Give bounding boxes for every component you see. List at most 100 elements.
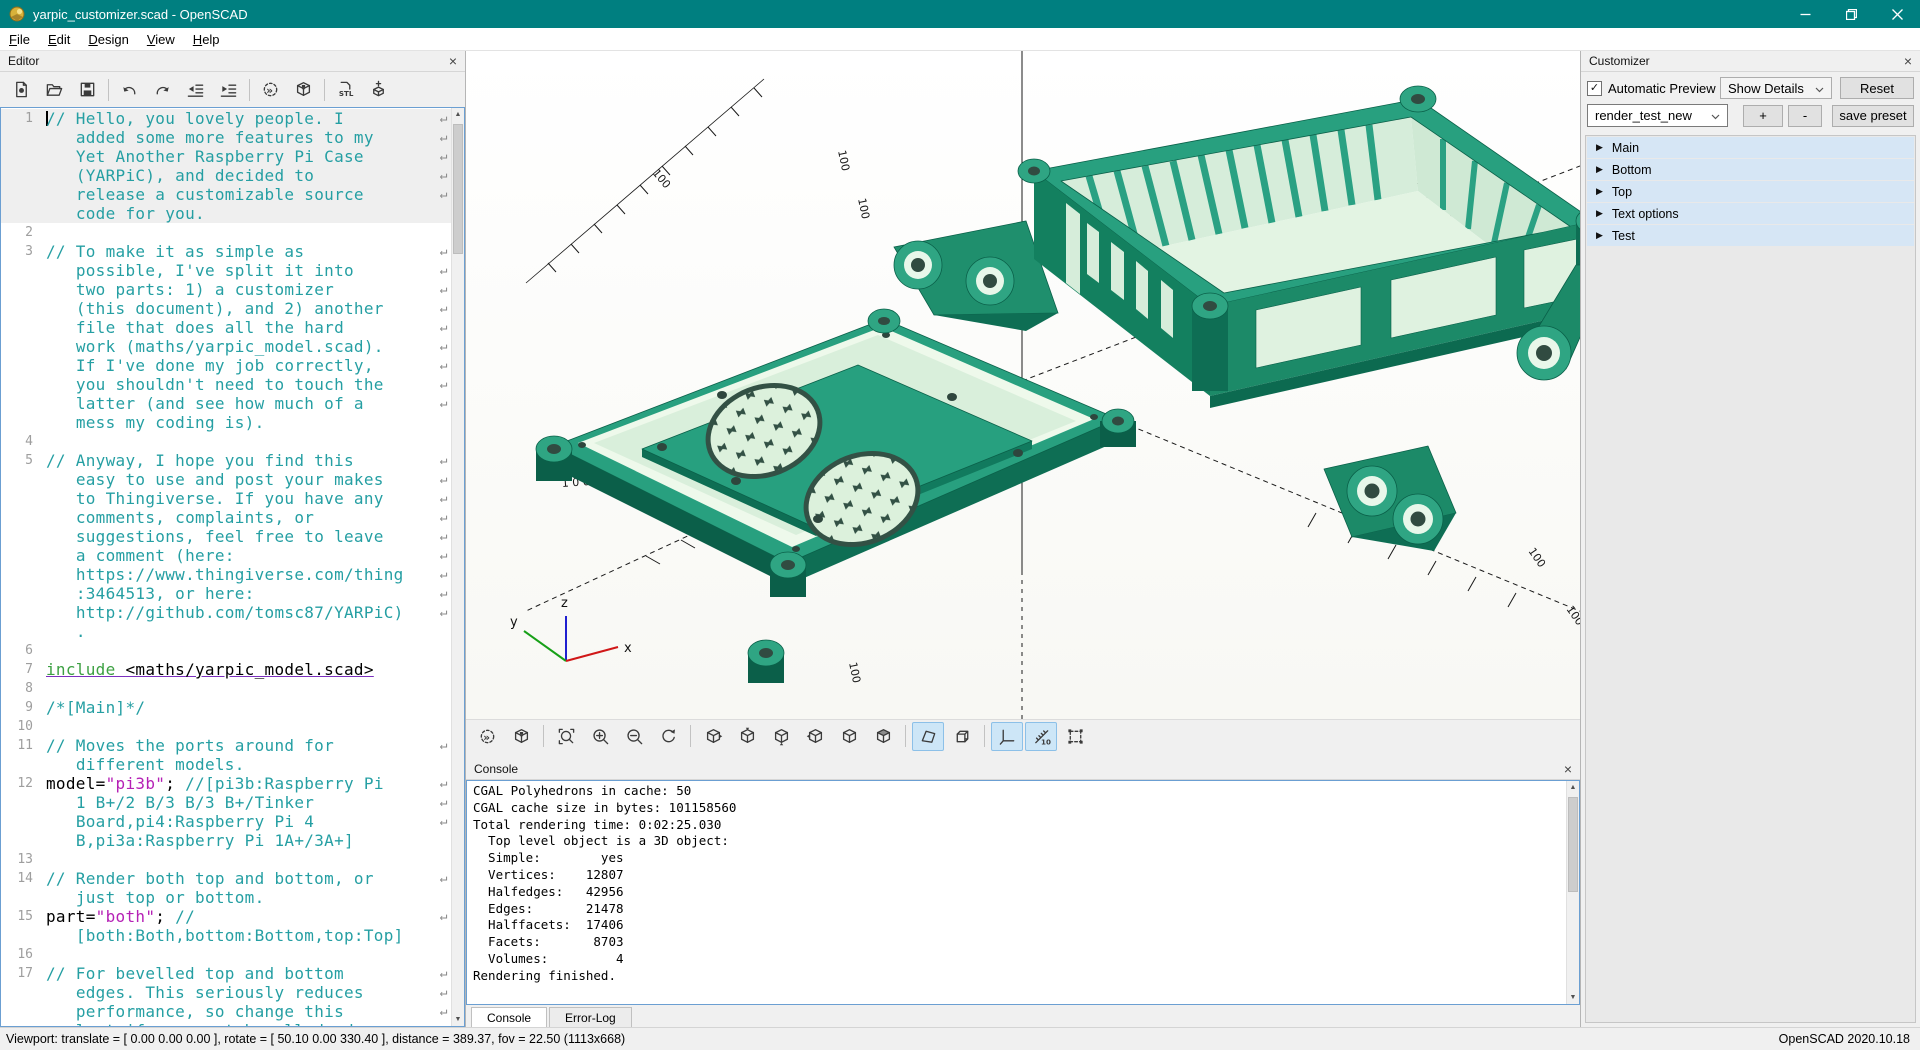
code-row[interactable]: suggestions, feel free to leave↵ (1, 527, 451, 546)
code-row[interactable]: 15part="both"; //↵ (1, 907, 451, 926)
indent-button[interactable] (212, 74, 245, 105)
export-stl-button[interactable]: STL (329, 74, 362, 105)
code-row[interactable]: :3464513, or here:↵ (1, 584, 451, 603)
code-row[interactable]: 3// To make it as simple as↵ (1, 242, 451, 261)
console-scrollbar-thumb[interactable] (1568, 797, 1578, 892)
code-row[interactable]: 6 (1, 641, 451, 660)
preview-button[interactable]: » (471, 722, 503, 751)
close-button[interactable] (1874, 0, 1920, 28)
code-row[interactable]: 11// Moves the ports around for↵ (1, 736, 451, 755)
code-row[interactable]: 10 (1, 717, 451, 736)
show-scale-markers-button[interactable]: 10 (1025, 722, 1057, 751)
code-row[interactable]: you shouldn't need to touch the↵ (1, 375, 451, 394)
perspective-button[interactable] (912, 722, 944, 751)
show-crosshairs-button[interactable] (1059, 722, 1091, 751)
view-back-button[interactable] (867, 722, 899, 751)
code-row[interactable]: (YARPiC), and decided to↵ (1, 166, 451, 185)
code-row[interactable]: B,pi3a:Raspberry Pi 1A+/3A+] (1, 831, 451, 850)
menu-help[interactable]: Help (184, 29, 229, 50)
code-row[interactable]: . (1, 622, 451, 641)
view-top-button[interactable] (731, 722, 763, 751)
tab-console[interactable]: Console (471, 1007, 547, 1027)
view-bottom-button[interactable] (765, 722, 797, 751)
unindent-button[interactable] (179, 74, 212, 105)
orthogonal-button[interactable] (946, 722, 978, 751)
view-front-button[interactable] (833, 722, 865, 751)
code-row[interactable]: 12model="pi3b"; //[pi3b:Raspberry Pi↵ (1, 774, 451, 793)
scroll-down-icon[interactable]: ▼ (452, 1013, 464, 1026)
code-row[interactable]: performance, so change this↵ (1, 1002, 451, 1021)
code-row[interactable]: https://www.thingiverse.com/thing↵ (1, 565, 451, 584)
editor-scrollbar[interactable]: ▲ ▼ (451, 108, 464, 1026)
redo-button[interactable] (146, 74, 179, 105)
code-row[interactable]: a comment (here:↵ (1, 546, 451, 565)
code-row[interactable]: 1// Hello, you lovely people. I↵ (1, 109, 451, 128)
reset-button[interactable]: Reset (1840, 77, 1914, 99)
view-left-button[interactable] (799, 722, 831, 751)
tab-error-log[interactable]: Error-Log (549, 1007, 632, 1027)
section-text-options[interactable]: ▶Text options (1587, 203, 1914, 224)
code-row[interactable]: 9/*[Main]*/ (1, 698, 451, 717)
menu-design[interactable]: Design (79, 29, 137, 50)
console-scrollbar[interactable]: ▲ ▼ (1566, 781, 1579, 1004)
customizer-close-icon[interactable]: × (1904, 54, 1912, 68)
editor-close-icon[interactable]: × (449, 54, 457, 68)
code-row[interactable]: possible, I've split it into↵ (1, 261, 451, 280)
menu-edit[interactable]: Edit (39, 29, 79, 50)
console-output[interactable]: CGAL Polyhedrons in cache: 50CGAL cache … (466, 780, 1580, 1005)
code-row[interactable]: 7include <maths/yarpic_model.scad> (1, 660, 451, 679)
code-row[interactable]: If I've done my job correctly,↵ (1, 356, 451, 375)
code-row[interactable]: different models. (1, 755, 451, 774)
add-preset-button[interactable]: + (1743, 105, 1783, 127)
save-file-button[interactable] (71, 74, 104, 105)
code-row[interactable]: latter (and see how much of a↵ (1, 394, 451, 413)
scroll-up-icon[interactable]: ▲ (452, 108, 464, 121)
minimize-button[interactable] (1782, 0, 1828, 28)
preset-combobox[interactable]: render_test_new (1587, 104, 1728, 127)
editor-scrollbar-thumb[interactable] (453, 124, 463, 254)
scroll-down-icon[interactable]: ▼ (1567, 991, 1579, 1004)
scroll-up-icon[interactable]: ▲ (1567, 781, 1579, 794)
section-top[interactable]: ▶Top (1587, 181, 1914, 202)
code-row[interactable]: 2 (1, 223, 451, 242)
code-row[interactable]: edges. This seriously reduces↵ (1, 983, 451, 1002)
code-row[interactable]: 8 (1, 679, 451, 698)
open-file-button[interactable] (38, 74, 71, 105)
code-row[interactable]: 14// Render both top and bottom, or↵ (1, 869, 451, 888)
section-bottom[interactable]: ▶Bottom (1587, 159, 1914, 180)
automatic-preview-checkbox[interactable]: ✓ (1587, 81, 1602, 96)
code-row[interactable]: file that does all the hard↵ (1, 318, 451, 337)
code-row[interactable]: [both:Both,bottom:Bottom,top:Top] (1, 926, 451, 945)
menu-view[interactable]: View (138, 29, 184, 50)
section-main[interactable]: ▶Main (1587, 137, 1914, 158)
code-row[interactable]: comments, complaints, or↵ (1, 508, 451, 527)
render-button[interactable] (287, 74, 320, 105)
code-row[interactable]: two parts: 1) a customizer↵ (1, 280, 451, 299)
code-row[interactable]: http://github.com/tomsc87/YARPiC)↵ (1, 603, 451, 622)
viewport-3d[interactable]: 100 100 100 1 0 0 100 100 100 (466, 51, 1580, 719)
reset-view-button[interactable] (652, 722, 684, 751)
preview-button[interactable]: » (254, 74, 287, 105)
restore-button[interactable] (1828, 0, 1874, 28)
code-row[interactable]: just top or bottom. (1, 888, 451, 907)
save-preset-button[interactable]: save preset (1832, 105, 1914, 127)
code-row[interactable]: added some more features to my↵ (1, 128, 451, 147)
zoom-out-button[interactable] (618, 722, 650, 751)
zoom-all-button[interactable] (550, 722, 582, 751)
code-row[interactable]: Board,pi4:Raspberry Pi 4↵ (1, 812, 451, 831)
render-button[interactable] (505, 722, 537, 751)
remove-preset-button[interactable]: - (1788, 105, 1822, 127)
code-row[interactable]: mess my coding is). (1, 413, 451, 432)
section-test[interactable]: ▶Test (1587, 225, 1914, 246)
code-row[interactable]: (this document), and 2) another↵ (1, 299, 451, 318)
code-row[interactable]: code for you. (1, 204, 451, 223)
code-editor[interactable]: 1// Hello, you lovely people. I↵ added s… (0, 107, 465, 1027)
code-row[interactable]: Yet Another Raspberry Pi Case↵ (1, 147, 451, 166)
code-row[interactable]: 17// For bevelled top and bottom↵ (1, 964, 451, 983)
undo-button[interactable] (113, 74, 146, 105)
menu-file[interactable]: File (0, 29, 39, 50)
code-row[interactable]: release a customizable source↵ (1, 185, 451, 204)
code-row[interactable]: work (maths/yarpic_model.scad).↵ (1, 337, 451, 356)
code-row[interactable]: 13 (1, 850, 451, 869)
show-axes-button[interactable] (991, 722, 1023, 751)
